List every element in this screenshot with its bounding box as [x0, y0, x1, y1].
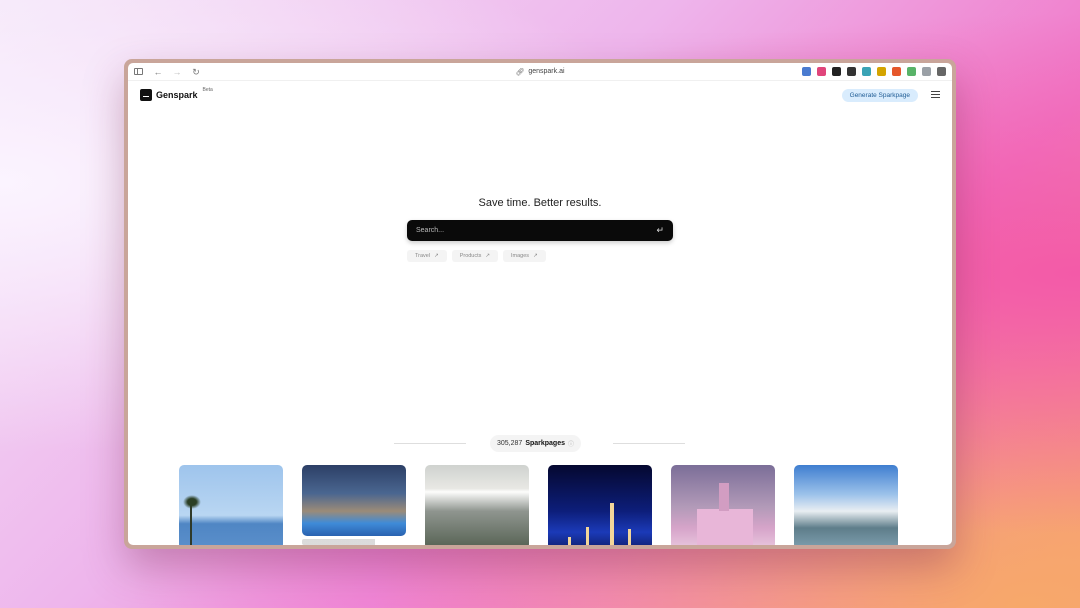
chip-label: Products — [459, 253, 482, 259]
sparkpage-cards — [179, 465, 898, 545]
search-input[interactable]: Search... — [416, 227, 656, 234]
spire — [610, 503, 614, 545]
arrow-up-right-icon: ↗ — [434, 253, 439, 259]
genspark-logo-icon[interactable] — [140, 89, 152, 101]
reload-icon[interactable]: ↻ — [191, 67, 201, 77]
address-bar[interactable]: 🔗︎ genspark.ai — [515, 68, 564, 76]
chip-products[interactable]: Products ↗ — [451, 250, 499, 262]
toolbar-nav: ← → ↻ — [134, 67, 201, 77]
arrow-up-right-icon: ↗ — [485, 253, 491, 259]
sparkpage-card-castle[interactable] — [671, 465, 775, 545]
chip-travel[interactable]: Travel ↗ — [407, 250, 447, 262]
extension-icon[interactable] — [907, 67, 916, 76]
link-icon: 🔗︎ — [515, 68, 525, 76]
extension-icon[interactable] — [802, 67, 811, 76]
app-header: Genspark Beta Generate Sparkpage — [128, 81, 952, 109]
spire — [568, 537, 571, 545]
castle-image — [697, 483, 753, 545]
sidebar-toggle-icon[interactable] — [134, 68, 144, 75]
arrow-up-right-icon: ↗ — [533, 253, 538, 259]
sparkpage-card-night-city[interactable] — [548, 465, 652, 545]
url-text: genspark.ai — [528, 68, 565, 75]
card-caption-placeholder — [302, 539, 406, 545]
chip-label: Images — [511, 253, 530, 259]
browser-toolbar: ← → ↻ 🔗︎ genspark.ai — [128, 63, 952, 81]
extension-icon[interactable] — [922, 67, 931, 76]
sparkpage-card-beach[interactable] — [179, 465, 283, 545]
generate-sparkpage-button[interactable]: Generate Sparkpage — [841, 89, 918, 102]
sparkpage-card-hotel[interactable] — [302, 465, 406, 536]
sparkpages-label: Sparkpages — [525, 440, 565, 447]
chip-images[interactable]: Images ↗ — [503, 250, 546, 262]
suggestion-chips: Travel ↗ Products ↗ Images ↗ — [407, 250, 546, 262]
palm-tree-image — [183, 495, 201, 545]
extension-icon[interactable] — [817, 67, 826, 76]
sparkpage-card-canopy[interactable] — [425, 465, 529, 545]
extension-icon[interactable] — [937, 67, 946, 76]
brand-name[interactable]: Genspark — [156, 90, 198, 100]
sparkpages-count: 305,287 — [497, 440, 523, 447]
sparkpages-count-badge: 305,287 Sparkpages ⓘ — [490, 435, 582, 452]
tagline: Save time. Better results. — [478, 197, 602, 209]
sparkpage-card-hotel-wrap — [302, 465, 406, 545]
divider-left — [394, 443, 466, 444]
enter-icon[interactable]: ↵ — [656, 225, 664, 236]
info-icon[interactable]: ⓘ — [568, 439, 574, 448]
hamburger-menu-icon[interactable] — [931, 91, 940, 98]
extension-icon[interactable] — [862, 67, 871, 76]
extension-icon[interactable] — [847, 67, 856, 76]
spire — [586, 527, 589, 545]
chip-label: Travel — [415, 253, 431, 259]
sparkpage-card-waterfall[interactable] — [794, 465, 898, 545]
browser-window: ← → ↻ 🔗︎ genspark.ai Genspark Beta Gener… — [124, 59, 956, 549]
browser-viewport: ← → ↻ 🔗︎ genspark.ai Genspark Beta Gener… — [128, 63, 952, 545]
beta-badge: Beta — [202, 87, 213, 93]
extensions-bar — [802, 67, 946, 76]
back-icon[interactable]: ← — [153, 67, 163, 77]
search-bar[interactable]: Search... ↵ — [407, 220, 673, 241]
extension-icon[interactable] — [892, 67, 901, 76]
extension-icon[interactable] — [877, 67, 886, 76]
spire — [628, 529, 631, 545]
divider-right — [613, 443, 685, 444]
extension-icon[interactable] — [832, 67, 841, 76]
forward-icon[interactable]: → — [172, 67, 182, 77]
